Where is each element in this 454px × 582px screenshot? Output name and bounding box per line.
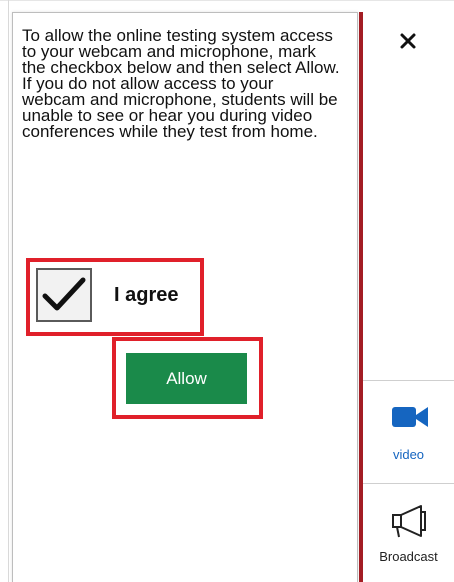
close-icon <box>400 33 416 49</box>
checkmark-icon <box>42 277 86 311</box>
agree-checkbox[interactable] <box>36 268 92 322</box>
sidebar-item-broadcast[interactable]: Broadcast <box>363 484 454 582</box>
agree-label: I agree <box>114 284 179 306</box>
allow-button[interactable]: Allow <box>126 353 247 404</box>
megaphone-icon <box>392 505 426 538</box>
background-top-line <box>0 0 454 1</box>
sidebar-item-label: Broadcast <box>379 549 438 564</box>
close-button[interactable] <box>390 26 426 56</box>
sidebar-item-video[interactable]: video <box>363 381 454 483</box>
sidebar-item-label: video <box>392 447 425 462</box>
background-left-line <box>8 0 9 582</box>
video-camera-icon <box>392 407 428 427</box>
permission-message: To allow the online testing system acces… <box>22 26 340 141</box>
